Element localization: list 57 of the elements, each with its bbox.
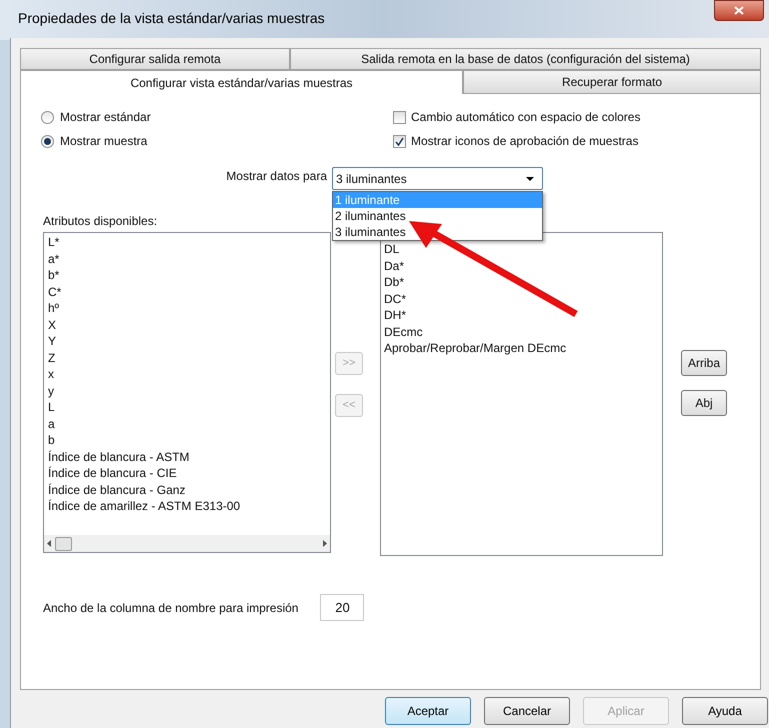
scroll-right-icon: [323, 540, 327, 547]
dialog-button[interactable]: Aceptar: [385, 697, 471, 725]
close-icon: [734, 6, 744, 15]
list-item[interactable]: X: [48, 316, 56, 333]
list-item[interactable]: Db*: [384, 274, 404, 290]
list-item[interactable]: Aprobar/Reprobar/Margen DEcmc: [384, 340, 566, 356]
order-button[interactable]: Arriba: [681, 350, 727, 376]
list-item[interactable]: y: [48, 382, 54, 399]
radio-button[interactable]: [41, 110, 54, 124]
list-item[interactable]: x: [48, 366, 54, 382]
list-item[interactable]: DC*: [384, 290, 406, 307]
list-item[interactable]: C*: [48, 284, 62, 300]
list-label: Atributos disponibles:: [43, 214, 158, 228]
field-label: Mostrar datos para: [226, 168, 327, 185]
list-item[interactable]: hº: [48, 300, 60, 316]
dropdown[interactable]: 3 iluminantes: [332, 167, 543, 190]
list-item[interactable]: DH*: [384, 307, 406, 324]
list-item[interactable]: b*: [48, 267, 60, 284]
dropdown-arrow-icon: [526, 176, 534, 180]
list-item[interactable]: Índice de blancura - Ganz: [48, 482, 186, 498]
checkbox-label: Cambio automático con espacio de colores: [411, 109, 640, 126]
tab[interactable]: Configurar salida remota: [20, 48, 290, 70]
list-item[interactable]: DEcmc: [384, 324, 423, 340]
tab[interactable]: Recuperar formato: [463, 70, 761, 94]
list-item[interactable]: Índice de blancura - CIE: [48, 465, 177, 482]
radio-label: Mostrar muestra: [60, 133, 148, 150]
field-label: Ancho de la columna de nombre para impresión: [43, 600, 298, 616]
list-item[interactable]: a: [48, 416, 55, 432]
checkbox[interactable]: [393, 110, 406, 124]
list-item[interactable]: Índice de amarillez - ASTM E313-00: [48, 498, 240, 514]
list-item[interactable]: Z: [48, 350, 56, 366]
order-button[interactable]: Abj: [681, 390, 727, 416]
close-button[interactable]: [714, 0, 764, 21]
radio-button[interactable]: [41, 134, 54, 148]
dropdown-option[interactable]: 2 iluminantes: [333, 208, 542, 224]
list-item[interactable]: Da*: [384, 258, 404, 274]
dialog-button[interactable]: Ayuda: [682, 697, 768, 725]
scroll-left-icon: [47, 540, 51, 547]
list-item[interactable]: L*: [48, 234, 60, 250]
list-item[interactable]: L: [48, 399, 55, 416]
list-item[interactable]: Índice de blancura - ASTM: [48, 448, 190, 465]
tab[interactable]: Configurar vista estándar/varias muestras: [20, 70, 463, 94]
window-title: Propiedades de la vista estándar/varias muestras: [18, 9, 325, 28]
dropdown-option[interactable]: 3 iluminantes: [333, 224, 542, 240]
dialog-button[interactable]: Cancelar: [484, 697, 570, 725]
horizontal-scrollbar[interactable]: [44, 535, 330, 552]
radio-label: Mostrar estándar: [60, 109, 151, 126]
list-item[interactable]: a*: [48, 250, 60, 267]
list-item[interactable]: DL: [384, 241, 400, 258]
dropdown-list[interactable]: 1 iluminante 2 iluminantes 3 iluminantes: [332, 191, 543, 241]
input-field[interactable]: 20: [320, 594, 364, 621]
checkbox[interactable]: [393, 134, 406, 148]
scroll-thumb[interactable]: [55, 536, 72, 550]
list-item[interactable]: Y: [48, 333, 56, 350]
list-item[interactable]: b: [48, 432, 55, 448]
tab[interactable]: Salida remota en la base de datos (configuración del sistema): [290, 48, 761, 70]
checkbox-label: Mostrar iconos de aprobación de muestras: [411, 133, 638, 150]
